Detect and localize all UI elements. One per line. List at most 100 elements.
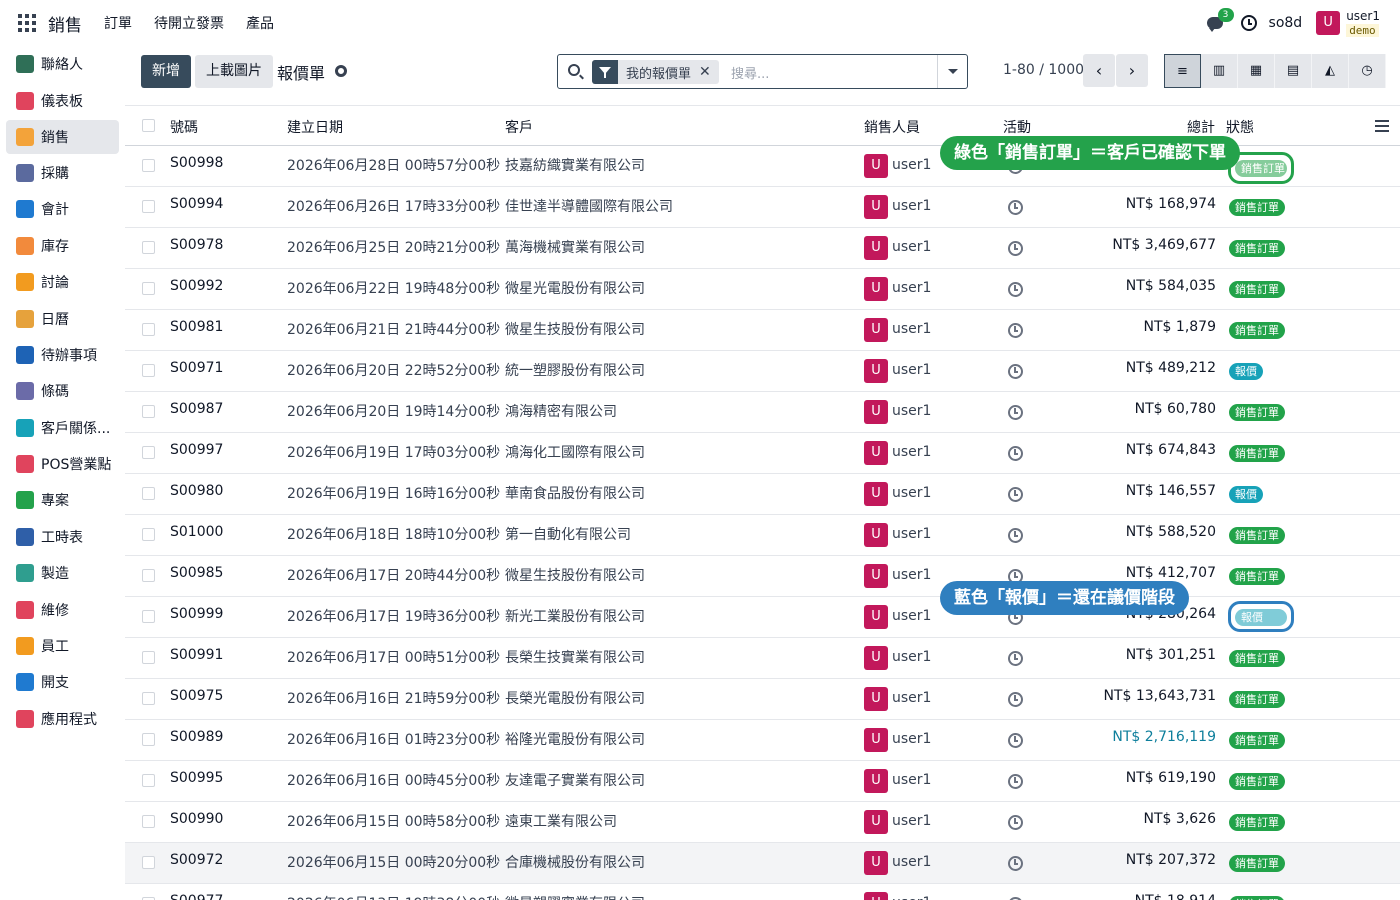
activity-clock-icon[interactable] (1240, 15, 1257, 31)
table-row[interactable]: S00997 2026年06月19日 17時03分00秒 鴻海化工國際有限公司 Uus… (125, 433, 1400, 474)
column-settings-icon[interactable] (1375, 120, 1389, 132)
table-row[interactable]: S00990 2026年06月15日 00時58分00秒 遠東工業有限公司 Uuser… (125, 802, 1400, 843)
table-row[interactable]: S00985 2026年06月17日 20時44分00秒 微星生技股份有限公司 Uus… (125, 556, 1400, 597)
menu-products[interactable]: 產品 (246, 13, 274, 33)
menu-orders[interactable]: 訂單 (104, 13, 132, 33)
col-activity[interactable]: 活動 (1003, 117, 1031, 137)
sidebar-item[interactable]: 專案 (0, 482, 125, 518)
upload-image-button[interactable]: 上載圖片 (195, 55, 273, 88)
table-row[interactable]: S00980 2026年06月19日 16時16分00秒 華南食品股份有限公司 Uus… (125, 474, 1400, 515)
menu-to-invoice[interactable]: 待開立發票 (154, 13, 224, 33)
sidebar-item[interactable]: 條碼 (0, 373, 125, 409)
activity-clock-icon[interactable] (1008, 241, 1023, 256)
user-avatar[interactable]: U (1316, 11, 1341, 35)
table-row[interactable]: S00971 2026年06月20日 22時52分00秒 統一塑膠股份有限公司 Uus… (125, 351, 1400, 392)
row-checkbox[interactable] (142, 815, 155, 828)
row-checkbox[interactable] (142, 323, 155, 336)
row-checkbox[interactable] (142, 692, 155, 705)
table-row[interactable]: S00975 2026年06月16日 21時59分00秒 長榮光電股份有限公司 Uus… (125, 679, 1400, 720)
sidebar-item[interactable]: 採購 (0, 155, 125, 191)
kanban-view-icon[interactable]: ▥ (1201, 54, 1238, 88)
sidebar-item[interactable]: 會計 (0, 191, 125, 227)
sidebar-item[interactable]: 聯絡人 (0, 46, 125, 82)
select-all-checkbox[interactable] (142, 119, 155, 132)
list-view-icon[interactable]: ≡ (1164, 54, 1201, 88)
calendar-view-icon[interactable]: ▦ (1238, 54, 1275, 88)
table-row[interactable]: S01000 2026年06月18日 18時10分00秒 第一自動化有限公司 Uuse… (125, 515, 1400, 556)
sidebar-item[interactable]: 討論 (0, 264, 125, 300)
row-checkbox[interactable] (142, 200, 155, 213)
pager-value[interactable]: 1-80 / 1000 (1003, 62, 1084, 78)
activity-clock-icon[interactable] (1008, 487, 1023, 502)
pager-next-button[interactable]: › (1116, 54, 1148, 87)
row-checkbox[interactable] (142, 651, 155, 664)
search-options-toggle[interactable] (937, 55, 967, 88)
sidebar-item[interactable]: 銷售 (6, 119, 119, 154)
activity-clock-icon[interactable] (1008, 815, 1023, 830)
activity-clock-icon[interactable] (1008, 323, 1023, 338)
sidebar-item[interactable]: 客戶關係... (0, 410, 125, 446)
row-checkbox[interactable] (142, 528, 155, 541)
table-row[interactable]: S00972 2026年06月15日 00時20分00秒 合庫機械股份有限公司 Uus… (125, 843, 1400, 884)
table-row[interactable]: S00989 2026年06月16日 01時23分00秒 裕隆光電股份有限公司 Uus… (125, 720, 1400, 761)
row-checkbox[interactable] (142, 569, 155, 582)
col-number[interactable]: 號碼 (170, 117, 198, 137)
chat-icon[interactable]: 3 (1205, 8, 1234, 33)
table-row[interactable]: S00995 2026年06月16日 00時45分00秒 友達電子實業有限公司 Uus… (125, 761, 1400, 802)
sidebar-item[interactable]: 工時表 (0, 519, 125, 555)
facet-remove-icon[interactable]: ✕ (699, 64, 719, 80)
activity-view-icon[interactable]: ◷ (1349, 54, 1386, 88)
activity-clock-icon[interactable] (1008, 528, 1023, 543)
activity-clock-icon[interactable] (1008, 282, 1023, 297)
table-row[interactable]: S00992 2026年06月22日 19時48分00秒 微星光電股份有限公司 Uus… (125, 269, 1400, 310)
sidebar-item[interactable]: 應用程式 (0, 701, 125, 737)
activity-clock-icon[interactable] (1008, 856, 1023, 871)
row-checkbox[interactable] (142, 446, 155, 459)
activity-clock-icon[interactable] (1008, 651, 1023, 666)
table-row[interactable]: S00977 2026年06月13日 19時38分00秒微星塑膠實業有限公司 Uus… (125, 884, 1400, 900)
row-checkbox[interactable] (142, 241, 155, 254)
table-row[interactable]: S00994 2026年06月26日 17時33分00秒 佳世達半導體國際有限公司 U… (125, 187, 1400, 228)
activity-clock-icon[interactable] (1008, 446, 1023, 461)
search-input[interactable]: 搜尋... (731, 63, 769, 82)
col-customer[interactable]: 客戶 (505, 117, 533, 137)
sidebar-item[interactable]: 儀表板 (0, 82, 125, 118)
app-brand[interactable]: 銷售 (48, 11, 82, 36)
sidebar-item[interactable]: 待辦事項 (0, 337, 125, 373)
row-checkbox[interactable] (142, 610, 155, 623)
pager-prev-button[interactable]: ‹ (1083, 54, 1115, 87)
gear-icon[interactable] (335, 65, 347, 77)
new-button[interactable]: 新增 (141, 55, 191, 88)
sidebar-item[interactable]: 製造 (0, 555, 125, 591)
app-grid-icon[interactable] (18, 14, 36, 32)
table-row[interactable]: S00981 2026年06月21日 21時44分00秒 微星生技股份有限公司 Uus… (125, 310, 1400, 351)
sidebar-item[interactable]: 員工 (0, 628, 125, 664)
row-checkbox[interactable] (142, 282, 155, 295)
col-status[interactable]: 狀態 (1226, 117, 1254, 137)
row-checkbox[interactable] (142, 405, 155, 418)
activity-clock-icon[interactable] (1008, 200, 1023, 215)
search-bar[interactable]: 我的報價單 ✕ 搜尋... (557, 54, 968, 89)
row-checkbox[interactable] (142, 364, 155, 377)
col-date[interactable]: 建立日期 (287, 117, 343, 137)
table-row[interactable]: S00987 2026年06月20日 19時14分00秒 鴻海精密有限公司 Uuser… (125, 392, 1400, 433)
table-row[interactable]: S00978 2026年06月25日 20時21分00秒 萬海機械實業有限公司 Uus… (125, 228, 1400, 269)
row-checkbox[interactable] (142, 856, 155, 869)
table-row[interactable]: S00991 2026年06月17日 00時51分00秒 長榮生技實業有限公司 Uus… (125, 638, 1400, 679)
row-checkbox[interactable] (142, 733, 155, 746)
activity-clock-icon[interactable] (1008, 405, 1023, 420)
activity-clock-icon[interactable] (1008, 774, 1023, 789)
activity-clock-icon[interactable] (1008, 364, 1023, 379)
activity-clock-icon[interactable] (1008, 692, 1023, 707)
table-row[interactable]: S00999 2026年06月17日 19時36分00秒 新光工業股份有限公司 Uus… (125, 597, 1400, 638)
sidebar-item[interactable]: 維修 (0, 591, 125, 627)
graph-view-icon[interactable]: ◭ (1312, 54, 1349, 88)
user-menu[interactable]: user1 demo (1346, 9, 1380, 38)
activity-clock-icon[interactable] (1008, 733, 1023, 748)
pivot-view-icon[interactable]: ▤ (1275, 54, 1312, 88)
sidebar-item[interactable]: 庫存 (0, 228, 125, 264)
row-checkbox[interactable] (142, 487, 155, 500)
sidebar-item[interactable]: 日曆 (0, 300, 125, 336)
sidebar-item[interactable]: 開支 (0, 664, 125, 700)
sidebar-item[interactable]: POS營業點 (0, 446, 125, 482)
